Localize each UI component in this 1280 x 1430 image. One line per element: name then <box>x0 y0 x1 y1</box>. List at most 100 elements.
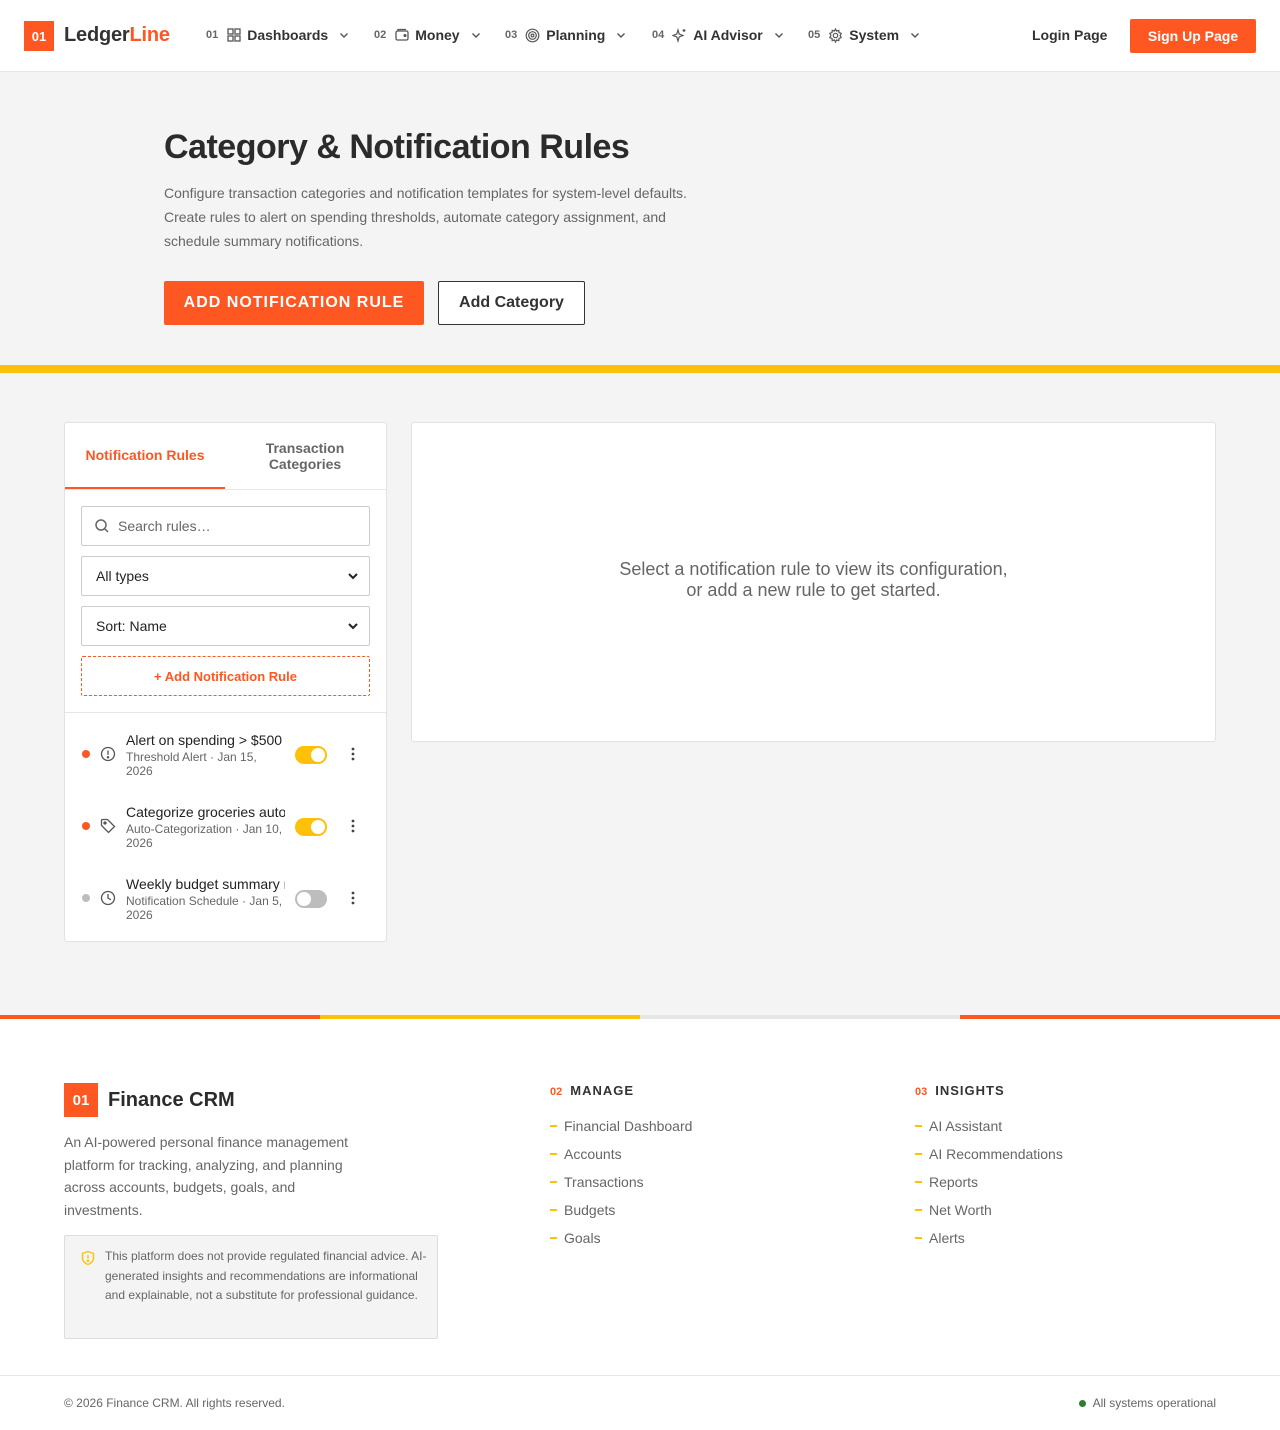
footer-link-label: AI Assistant <box>929 1118 1003 1134</box>
alert-circle-icon <box>100 746 116 762</box>
nav-system[interactable]: 05 System <box>808 24 921 46</box>
search-icon <box>94 518 110 534</box>
target-icon <box>525 28 540 43</box>
footer-link[interactable]: Alerts <box>915 1224 1155 1252</box>
nav-number: 02 <box>374 29 387 41</box>
shield-alert-icon <box>80 1250 96 1266</box>
status-dot <box>82 822 90 830</box>
sort-select[interactable]: Sort: Name <box>81 606 370 646</box>
top-navigation: 01 LedgerLine 01 Dashboards 02 Money 03 … <box>0 0 1280 72</box>
chevron-down-icon <box>347 570 359 582</box>
footer-link[interactable]: Reports <box>915 1168 1155 1196</box>
nav-label: AI Advisor <box>693 27 763 43</box>
footer-link[interactable]: Goals <box>550 1224 790 1252</box>
chevron-down-icon <box>470 29 482 41</box>
footer-link[interactable]: Accounts <box>550 1140 790 1168</box>
tab-notification-rules[interactable]: Notification Rules <box>65 423 225 489</box>
search-input[interactable] <box>118 518 358 534</box>
dash-bullet <box>550 1153 557 1155</box>
login-link[interactable]: Login Page <box>1032 27 1107 43</box>
rule-toggle[interactable] <box>295 746 327 764</box>
sparkle-icon <box>672 27 687 43</box>
dash-bullet <box>550 1209 557 1211</box>
rule-list-item[interactable]: Weekly budget summary notification Notif… <box>65 868 386 940</box>
footer-link[interactable]: Net Worth <box>915 1196 1155 1224</box>
nav-ai-advisor[interactable]: 04 AI Advisor <box>652 24 785 46</box>
rule-toggle[interactable] <box>295 890 327 908</box>
nav-dashboards[interactable]: 01 Dashboards <box>206 24 350 46</box>
footer-link[interactable]: Budgets <box>550 1196 790 1224</box>
logo-wordmark[interactable]: LedgerLine <box>64 24 170 47</box>
footer-column-insights: 03 INSIGHTS AI Assistant AI Recommendati… <box>915 1083 1063 1246</box>
rules-sidebar: Notification Rules Transaction Categorie… <box>64 422 387 942</box>
footer-link[interactable]: AI Assistant <box>915 1112 1155 1140</box>
add-notification-rule-inline-button[interactable]: + Add Notification Rule <box>81 656 370 696</box>
nav-planning[interactable]: 03 Planning <box>505 24 627 46</box>
dash-bullet <box>915 1237 922 1239</box>
footer-column-number: 03 <box>915 1086 928 1098</box>
rule-meta: Threshold Alert · Jan 15, 2026 <box>126 750 257 778</box>
more-options-icon[interactable] <box>345 818 361 834</box>
footer-link-label: Alerts <box>929 1230 965 1246</box>
nav-number: 05 <box>808 29 821 41</box>
rule-list-item[interactable]: Categorize groceries automatically Auto-… <box>65 796 386 868</box>
footer-link-label: Budgets <box>564 1202 616 1218</box>
footer-column-header: 03 INSIGHTS <box>915 1083 1005 1099</box>
footer-link[interactable]: Transactions <box>550 1168 790 1196</box>
footer-link[interactable]: Financial Dashboard <box>550 1112 790 1140</box>
rule-name: Alert on spending > $500 <box>126 732 283 748</box>
status-dot <box>82 750 90 758</box>
footer-logo-badge: 01 <box>64 1083 98 1117</box>
dash-bullet <box>550 1125 557 1127</box>
empty-state-message: Select a notification rule to view its c… <box>412 559 1215 601</box>
footer-links: AI Assistant AI Recommendations Reports … <box>915 1112 1155 1252</box>
tag-icon <box>100 818 116 834</box>
more-options-icon[interactable] <box>345 890 361 906</box>
chevron-down-icon <box>338 29 350 41</box>
divider <box>0 1375 1280 1376</box>
footer-link-label: Transactions <box>564 1174 644 1190</box>
copyright: © 2026 Finance CRM. All rights reserved. <box>64 1396 285 1410</box>
divider <box>65 712 386 713</box>
add-notification-rule-button[interactable]: ADD NOTIFICATION RULE <box>164 281 424 325</box>
disclaimer-text: This platform does not provide regulated… <box>105 1249 427 1303</box>
nav-number: 03 <box>505 29 518 41</box>
logo-badge[interactable]: 01 <box>24 21 54 51</box>
tab-label: Transaction Categories <box>265 440 345 472</box>
chevron-down-icon <box>347 620 359 632</box>
footer-link-label: Net Worth <box>929 1202 992 1218</box>
nav-label: Planning <box>546 27 606 43</box>
sort-value: Sort: Name <box>96 618 167 634</box>
tab-transaction-categories[interactable]: Transaction Categories <box>225 423 385 489</box>
type-filter-select[interactable]: All types <box>81 556 370 596</box>
footer-description: An AI-powered personal finance managemen… <box>64 1134 349 1219</box>
footer-link[interactable]: AI Recommendations <box>915 1140 1155 1168</box>
rule-toggle[interactable] <box>295 818 327 836</box>
nav-money[interactable]: 02 Money <box>374 24 482 46</box>
rule-meta: Auto-Categorization · Jan 10, 2026 <box>126 822 283 850</box>
footer-column-number: 02 <box>550 1086 563 1098</box>
more-options-icon[interactable] <box>345 746 361 762</box>
add-category-button[interactable]: Add Category <box>438 281 585 325</box>
section-divider <box>0 365 1280 373</box>
dash-bullet <box>915 1209 922 1211</box>
footer-link-label: Goals <box>564 1230 601 1246</box>
site-footer: 01 Finance CRM An AI-powered personal fi… <box>0 1019 1280 1430</box>
toggle-knob <box>297 892 311 906</box>
logo-part-line: Line <box>129 24 170 46</box>
footer-column-title: MANAGE <box>570 1083 635 1098</box>
rule-list-item[interactable]: Alert on spending > $500 Threshold Alert… <box>65 724 386 796</box>
system-status-text: All systems operational <box>1092 1396 1216 1410</box>
type-filter-value: All types <box>96 568 149 584</box>
main-content: Notification Rules Transaction Categorie… <box>0 373 1280 1015</box>
empty-state-line-2: or add a new rule to get started. <box>686 580 941 600</box>
rule-name: Categorize groceries automatically <box>126 804 285 820</box>
search-field[interactable] <box>81 506 370 546</box>
signup-button[interactable]: Sign Up Page <box>1130 19 1256 53</box>
nav-label: Money <box>415 27 460 43</box>
divider <box>65 489 386 490</box>
wallet-icon <box>394 28 409 43</box>
status-dot <box>82 894 90 902</box>
disclaimer-box: This platform does not provide regulated… <box>64 1235 438 1339</box>
grid-icon <box>226 28 241 43</box>
